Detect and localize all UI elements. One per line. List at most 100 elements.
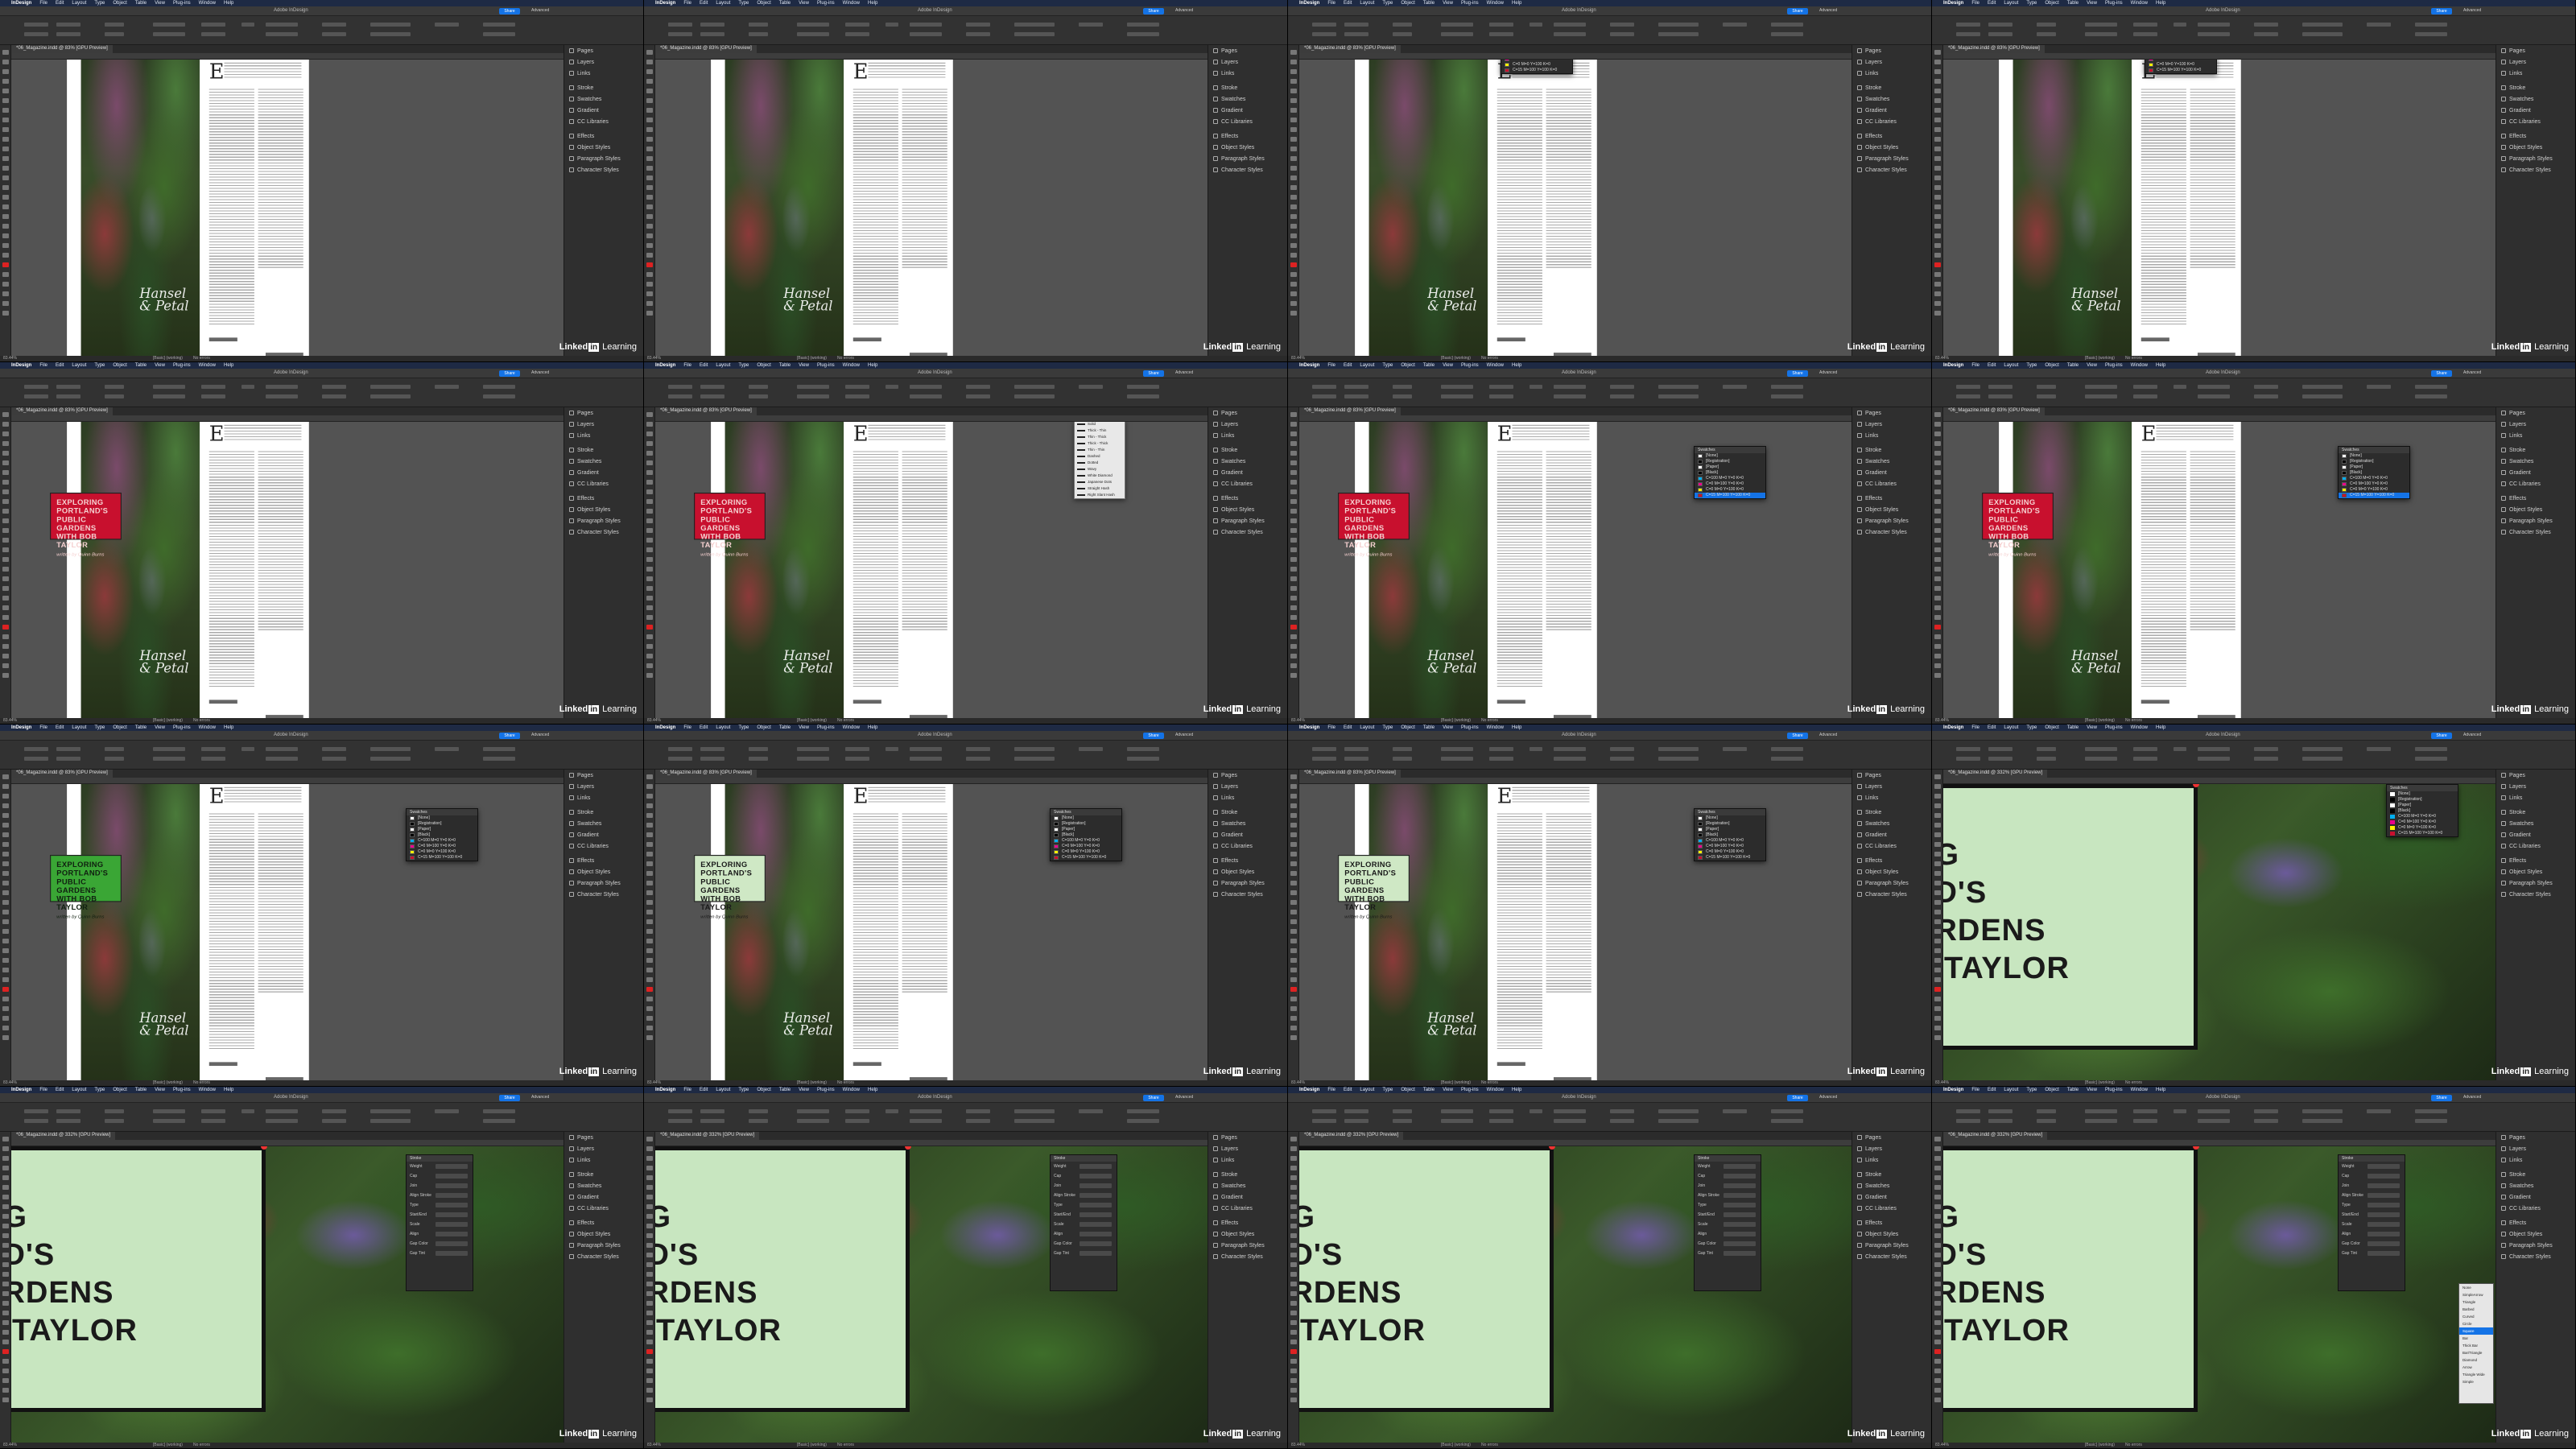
menu-edit[interactable]: Edit: [700, 1087, 708, 1093]
stroke-option-row[interactable]: Weight: [1695, 1162, 1761, 1171]
stroke-option-row[interactable]: Type: [407, 1200, 473, 1210]
menu-edit[interactable]: Edit: [56, 362, 64, 369]
menu-plugins[interactable]: Plug-ins: [817, 1087, 835, 1093]
tool-icon[interactable]: [1934, 586, 1941, 591]
tool-icon[interactable]: [1290, 79, 1297, 84]
control-field[interactable]: [1441, 1109, 1473, 1113]
panel-tab-pages[interactable]: Pages: [564, 1132, 643, 1143]
swatch-row[interactable]: C=15 M=100 Y=100 K=0: [1695, 855, 1765, 861]
tool-icon[interactable]: [1934, 1291, 1941, 1296]
document-tab[interactable]: *06_Magazine.indd @ 83% [GPU Preview]: [655, 407, 757, 415]
menu-help[interactable]: Help: [224, 1087, 233, 1093]
tool-icon[interactable]: [646, 1301, 653, 1306]
control-field[interactable]: [797, 23, 829, 27]
tool-icon[interactable]: [646, 431, 653, 436]
tool-icon[interactable]: [2, 233, 9, 238]
control-field[interactable]: [2415, 394, 2447, 398]
tool-icon[interactable]: [1934, 98, 1941, 103]
menu-help[interactable]: Help: [1512, 724, 1521, 731]
tool-icon[interactable]: [646, 185, 653, 190]
tool-icon[interactable]: [1934, 441, 1941, 446]
menu-plugins[interactable]: Plug-ins: [2105, 0, 2123, 6]
control-field[interactable]: [1312, 385, 1336, 389]
tool-icon[interactable]: [646, 301, 653, 306]
panel-tab-character-styles[interactable]: Character Styles: [2496, 889, 2575, 900]
stroke-option-row[interactable]: Gap Color: [1695, 1239, 1761, 1249]
panel-tab-cc-libraries[interactable]: CC Libraries: [564, 478, 643, 489]
menu-table[interactable]: Table: [779, 0, 791, 6]
tool-icon[interactable]: [1290, 204, 1297, 209]
tool-icon[interactable]: [1934, 1214, 1941, 1219]
swatch-row[interactable]: C=0 M=100 Y=0 K=0: [2339, 481, 2409, 487]
control-field[interactable]: [105, 394, 124, 398]
menu-layout[interactable]: Layout: [716, 362, 730, 369]
stroke-type-option[interactable]: Thin - Thick: [1075, 434, 1125, 440]
control-field[interactable]: [2198, 747, 2230, 751]
stroke-type-option[interactable]: Dashed: [1075, 453, 1125, 460]
tool-icon[interactable]: [1290, 108, 1297, 113]
tool-icon[interactable]: [646, 1253, 653, 1257]
tool-icon[interactable]: [646, 214, 653, 219]
panel-tab-paragraph-styles[interactable]: Paragraph Styles: [1208, 153, 1287, 164]
panel-tab-gradient[interactable]: Gradient: [1208, 467, 1287, 478]
panel-tab-stroke[interactable]: Stroke: [1852, 807, 1931, 818]
panel-tab-links[interactable]: Links: [564, 430, 643, 441]
control-field[interactable]: [2198, 1109, 2230, 1113]
tool-icon[interactable]: [1290, 968, 1297, 972]
tool-icon[interactable]: [646, 1166, 653, 1170]
control-field[interactable]: [370, 1119, 411, 1123]
panel-tab-links[interactable]: Links: [1852, 68, 1931, 79]
panel-tab-links[interactable]: Links: [1852, 1154, 1931, 1166]
panel-tab-stroke[interactable]: Stroke: [1208, 444, 1287, 456]
control-field[interactable]: [845, 32, 869, 36]
stroke-type-option[interactable]: Thick - Thick: [1075, 440, 1125, 447]
tool-icon[interactable]: [646, 98, 653, 103]
panel-tab-swatches[interactable]: Swatches: [1208, 456, 1287, 467]
share-button[interactable]: Share: [499, 8, 520, 14]
control-field[interactable]: [797, 385, 829, 389]
control-field[interactable]: [1489, 385, 1513, 389]
tool-icon[interactable]: [2, 997, 9, 1001]
tool-icon[interactable]: [2, 900, 9, 905]
menu-help[interactable]: Help: [224, 0, 233, 6]
panel-tab-gradient[interactable]: Gradient: [1852, 829, 1931, 840]
article-title-frame-zoomed[interactable]: NGND'SARDENSB TAYLOR: [1943, 784, 2198, 1050]
panel-tab-links[interactable]: Links: [2496, 1154, 2575, 1166]
control-field[interactable]: [2037, 32, 2056, 36]
panel-tab-stroke[interactable]: Stroke: [2496, 1169, 2575, 1180]
tool-icon[interactable]: [1934, 774, 1941, 779]
panel-tab-effects[interactable]: Effects: [1852, 1217, 1931, 1228]
control-field[interactable]: [1723, 747, 1747, 751]
tool-icon[interactable]: [1290, 311, 1297, 316]
tool-icon[interactable]: [2, 1243, 9, 1248]
tool-icon[interactable]: [1934, 60, 1941, 64]
control-field[interactable]: [56, 23, 80, 27]
control-field[interactable]: [2174, 385, 2186, 389]
fill-swatch-icon[interactable]: [2, 262, 9, 267]
zoom-level[interactable]: 83.44%: [647, 1080, 661, 1085]
document-tab[interactable]: *06_Magazine.indd @ 83% [GPU Preview]: [1299, 407, 1401, 415]
control-field[interactable]: [845, 385, 869, 389]
panel-tab-character-styles[interactable]: Character Styles: [1208, 164, 1287, 175]
control-field[interactable]: [322, 23, 346, 27]
tool-icon[interactable]: [1290, 663, 1297, 668]
tool-icon[interactable]: [1290, 948, 1297, 953]
article-title-frame-zoomed[interactable]: NGND'SARDENSB TAYLOR: [1299, 1146, 1554, 1412]
stroke-option-row[interactable]: Align Stroke: [1051, 1191, 1117, 1200]
control-field[interactable]: [2415, 757, 2447, 761]
tool-icon[interactable]: [1934, 118, 1941, 122]
tool-icon[interactable]: [1934, 673, 1941, 678]
tool-icon[interactable]: [2, 175, 9, 180]
swatch-row[interactable]: C=100 M=0 Y=0 K=0: [2387, 814, 2458, 819]
tool-icon[interactable]: [2, 1224, 9, 1228]
swatch-row[interactable]: C=100 M=0 Y=0 K=0: [1695, 838, 1765, 844]
tool-icon[interactable]: [2, 890, 9, 895]
panel-tab-layers[interactable]: Layers: [2496, 419, 2575, 430]
menu-layout[interactable]: Layout: [72, 362, 86, 369]
tool-icon[interactable]: [2, 1320, 9, 1325]
control-field[interactable]: [1956, 757, 1980, 761]
tool-icon[interactable]: [2, 948, 9, 953]
menu-file[interactable]: File: [39, 1087, 47, 1093]
menu-edit[interactable]: Edit: [700, 724, 708, 731]
tool-icon[interactable]: [646, 663, 653, 668]
